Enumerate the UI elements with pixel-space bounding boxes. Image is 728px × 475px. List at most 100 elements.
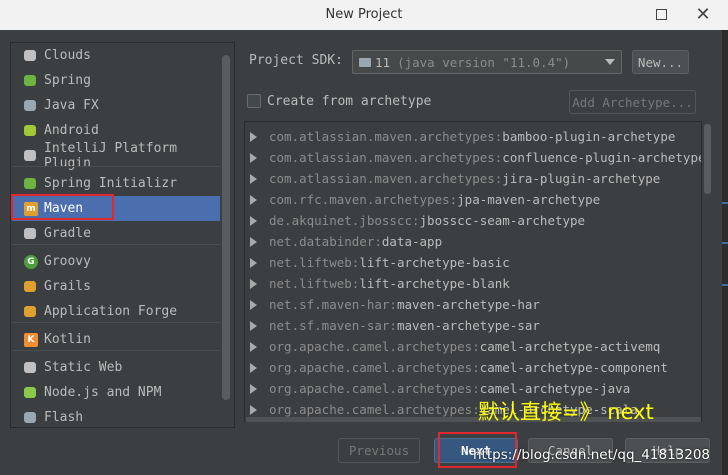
sidebar-item-grails[interactable]: Grails — [12, 274, 220, 299]
watermark-text: https://blog.csdn.net/qq_41813208 — [473, 447, 711, 463]
sidebar-item-label: Node.js and NPM — [44, 385, 162, 400]
sidebar-item-label: Grails — [44, 279, 91, 294]
expand-triangle-icon[interactable] — [250, 236, 257, 247]
maximize-button[interactable] — [646, 2, 676, 26]
annotation-text: 默认直接=》 next — [478, 400, 654, 424]
add-archetype-button[interactable]: Add Archetype... — [569, 90, 696, 114]
title-bar: New Project ✕ — [0, 0, 728, 30]
sidebar-item-flash[interactable]: Flash — [12, 405, 220, 430]
sidebar-item-label: Groovy — [44, 254, 91, 269]
sidebar-item-spring-initializr[interactable]: Spring Initializr — [12, 171, 220, 196]
sdk-version-number: 11 — [375, 54, 391, 70]
archetype-list-item[interactable]: com.rfc.maven.archetypes: jpa-maven-arche… — [248, 189, 688, 210]
archetype-artifact-id: maven-archetype-har — [396, 297, 540, 312]
window-title: New Project — [325, 7, 403, 22]
plugin-icon — [24, 150, 36, 161]
expand-triangle-icon[interactable] — [250, 278, 257, 289]
archetype-artifact-id: camel-archetype-java — [479, 381, 631, 396]
sidebar-item-label: Static Web — [44, 360, 123, 375]
expand-triangle-icon[interactable] — [250, 404, 257, 415]
archetype-artifact-id: confluence-plugin-archetype — [502, 150, 702, 165]
sidebar-item-gradle[interactable]: Gradle — [12, 221, 220, 246]
sdk-folder-icon — [359, 57, 371, 67]
sidebar-item-node-js-and-npm[interactable]: Node.js and NPM — [12, 380, 220, 405]
sidebar-item-label: Kotlin — [44, 332, 91, 347]
sidebar-item-static-web[interactable]: Static Web — [12, 355, 220, 380]
expand-triangle-icon[interactable] — [250, 215, 257, 226]
archetype-list-item[interactable]: com.atlassian.maven.archetypes: bamboo-pl… — [248, 126, 688, 147]
sidebar-item-label: Application Forge — [44, 304, 178, 319]
archetype-group-id: com.atlassian.maven.archetypes: — [269, 150, 503, 165]
archetype-group-id: org.apache.camel.archetypes: — [269, 381, 480, 396]
archetype-list-item[interactable]: net.sf.maven-har: maven-archetype-har — [248, 294, 688, 315]
previous-button[interactable]: Previous — [338, 438, 420, 463]
background-window-marker — [722, 242, 728, 244]
expand-triangle-icon[interactable] — [250, 194, 257, 205]
sidebar-item-label: Java FX — [44, 98, 99, 113]
sidebar-separator — [12, 166, 220, 167]
expand-triangle-icon[interactable] — [250, 131, 257, 142]
archetype-list-item[interactable]: com.atlassian.maven.archetypes: jira-plug… — [248, 168, 688, 189]
archetype-list-item[interactable]: de.akquinet.jbosscc: jbosscc-seam-archety… — [248, 210, 688, 231]
archetype-list-item[interactable]: net.databinder: data-app — [248, 231, 688, 252]
archetype-group-id: com.rfc.maven.archetypes: — [269, 192, 458, 207]
archetype-list-item[interactable]: org.apache.camel.archetypes: camel-archet… — [248, 336, 688, 357]
sdk-version-detail: (java version "11.0.4") — [397, 54, 571, 70]
expand-triangle-icon[interactable] — [250, 299, 257, 310]
sidebar-item-spring[interactable]: Spring — [12, 68, 220, 93]
archetype-artifact-id: lift-archetype-basic — [359, 255, 510, 270]
archetype-artifact-id: maven-archetype-sar — [396, 318, 540, 333]
background-window-marker — [722, 284, 728, 286]
archetype-artifact-id: camel-archetype-component — [479, 360, 668, 375]
sidebar-item-android[interactable]: Android — [12, 118, 220, 143]
archetype-artifact-id: data-app — [381, 234, 443, 249]
new-sdk-button[interactable]: New... — [632, 50, 689, 74]
archetype-list: com.atlassian.maven.archetypes: bamboo-pl… — [244, 121, 702, 422]
archetype-list-item[interactable]: com.atlassian.maven.archetypes: confluenc… — [248, 147, 701, 168]
sidebar-item-application-forge[interactable]: Application Forge — [12, 299, 220, 324]
sidebar-item-label: Spring Initializr — [44, 176, 178, 191]
project-sdk-combo[interactable]: 11 (java version "11.0.4") — [352, 50, 622, 74]
close-button[interactable]: ✕ — [688, 2, 718, 26]
sidebar-item-label: Spring — [44, 73, 91, 88]
sidebar-item-groovy[interactable]: G Groovy — [12, 249, 220, 274]
expand-triangle-icon[interactable] — [250, 362, 257, 373]
expand-triangle-icon[interactable] — [250, 383, 257, 394]
flash-folder-icon — [24, 412, 36, 423]
gradle-icon — [24, 228, 36, 239]
archetype-group-id: net.liftweb: — [269, 255, 360, 270]
archetype-artifact-id: jbosscc-seam-archetype — [419, 213, 586, 228]
sidebar-item-intellij-platform-plugin[interactable]: IntelliJ Platform Plugin — [12, 141, 220, 171]
sidebar-scrollbar[interactable] — [222, 55, 230, 400]
close-icon: ✕ — [695, 3, 711, 25]
sidebar-item-kotlin[interactable]: K Kotlin — [12, 327, 220, 352]
archetype-list-item[interactable]: org.apache.camel.archetypes: camel-archet… — [248, 357, 688, 378]
project-type-sidebar: Clouds Spring Java FX Android IntelliJ Platf… — [10, 42, 235, 428]
expand-triangle-icon[interactable] — [250, 152, 257, 163]
static-web-icon — [24, 362, 36, 373]
archetype-artifact-id: jpa-maven-archetype — [457, 192, 601, 207]
background-window-edge — [722, 30, 728, 475]
javafx-folder-icon — [24, 100, 36, 111]
archetype-group-id: net.databinder: — [269, 234, 382, 249]
expand-triangle-icon[interactable] — [250, 173, 257, 184]
expand-triangle-icon[interactable] — [250, 320, 257, 331]
archetype-list-item[interactable]: net.liftweb: lift-archetype-basic — [248, 252, 688, 273]
archetype-list-item[interactable]: net.sf.maven-sar: maven-archetype-sar — [248, 315, 688, 336]
archetype-list-scrollbar[interactable] — [704, 124, 711, 194]
sidebar-item-java-fx[interactable]: Java FX — [12, 93, 220, 118]
kotlin-icon: K — [24, 332, 38, 347]
create-from-archetype-checkbox[interactable] — [247, 94, 261, 108]
archetype-artifact-id: bamboo-plugin-archetype — [502, 129, 676, 144]
nodejs-icon — [24, 387, 36, 398]
archetype-group-id: com.atlassian.maven.archetypes: — [269, 129, 503, 144]
sidebar-item-label: Clouds — [44, 48, 91, 63]
clouds-icon — [24, 50, 36, 61]
expand-triangle-icon[interactable] — [250, 341, 257, 352]
maximize-icon — [655, 8, 667, 20]
spring-initializr-icon — [24, 178, 36, 189]
expand-triangle-icon[interactable] — [250, 257, 257, 268]
archetype-list-item[interactable]: net.liftweb: lift-archetype-blank — [248, 273, 688, 294]
grails-icon — [24, 281, 36, 292]
sidebar-item-clouds[interactable]: Clouds — [12, 43, 220, 68]
